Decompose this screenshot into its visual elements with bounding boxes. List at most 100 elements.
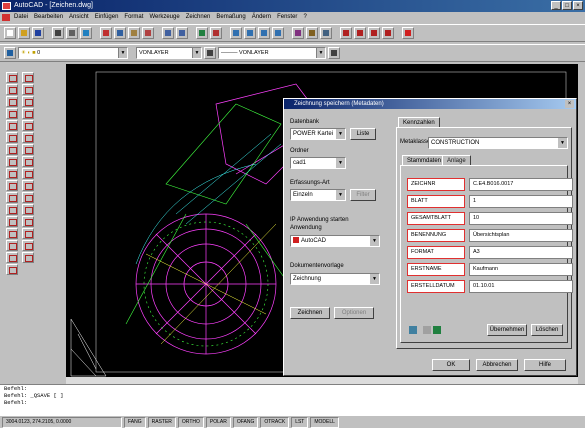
mtext-icon[interactable] [6, 264, 18, 275]
preview-icon[interactable] [66, 27, 78, 39]
menu-item-aendern[interactable]: Ändern [252, 12, 271, 23]
fillet-icon[interactable] [22, 240, 34, 251]
trim-icon[interactable] [22, 180, 34, 191]
zoom-previous-icon[interactable] [272, 27, 284, 39]
arc-icon[interactable] [6, 132, 18, 143]
extend-icon[interactable] [22, 192, 34, 203]
move-icon[interactable] [22, 132, 34, 143]
paste-icon[interactable] [128, 27, 140, 39]
menu-item-fenster[interactable]: Fenster [277, 12, 297, 23]
point-icon[interactable] [6, 228, 18, 239]
database-select[interactable]: POWER Kartei ▼ [290, 128, 346, 140]
maximize-button[interactable]: □ [562, 1, 572, 10]
menu-item-werkzeuge[interactable]: Werkzeuge [149, 12, 179, 23]
tool-palette-icon[interactable] [320, 27, 332, 39]
design-center-icon[interactable] [306, 27, 318, 39]
abbrechen-button[interactable]: Abbrechen [476, 359, 518, 371]
match-properties-icon[interactable] [142, 27, 154, 39]
table-icon[interactable] [433, 326, 441, 334]
horizontal-scrollbar[interactable] [66, 377, 578, 384]
polyline-icon[interactable] [6, 96, 18, 107]
layout-icon[interactable] [340, 27, 352, 39]
copy-icon[interactable] [114, 27, 126, 39]
copy-values-icon[interactable] [423, 326, 431, 334]
attr-value-benennung[interactable]: Übersichtsplan [469, 229, 573, 242]
pan-icon[interactable] [230, 27, 242, 39]
line-icon[interactable] [6, 72, 18, 83]
minimize-button[interactable]: _ [551, 1, 561, 10]
polygon-icon[interactable] [6, 108, 18, 119]
attribute-icon[interactable] [368, 27, 380, 39]
menu-item-einfuegen[interactable]: Einfügen [95, 12, 119, 23]
attr-value-erstelldatum[interactable]: 01.10.01 [469, 280, 573, 293]
ellipse-arc-icon[interactable] [6, 192, 18, 203]
grid-toggle[interactable]: RASTER [147, 417, 176, 428]
liste-button[interactable]: Liste [350, 128, 376, 140]
stretch-icon[interactable] [22, 168, 34, 179]
ellipse-icon[interactable] [6, 180, 18, 191]
break-icon[interactable] [22, 204, 34, 215]
document-icon[interactable] [2, 14, 10, 21]
zoom-window-icon[interactable] [258, 27, 270, 39]
offset-icon[interactable] [22, 108, 34, 119]
capture-mode-select[interactable]: Einzeln ▼ [290, 189, 346, 201]
cut-icon[interactable] [100, 27, 112, 39]
rotate-icon[interactable] [22, 144, 34, 155]
help-icon[interactable] [402, 27, 414, 39]
properties-icon[interactable] [292, 27, 304, 39]
dialog-close-button[interactable]: × [565, 100, 574, 108]
chamfer-icon[interactable] [22, 228, 34, 239]
otrack-toggle[interactable]: OTRACK [260, 417, 290, 428]
linetype-select[interactable]: ——— VONLAYER ▼ [218, 47, 326, 59]
uebernehmen-button[interactable]: Übernehmen [487, 324, 527, 336]
ok-button[interactable]: OK [432, 359, 470, 371]
xline-icon[interactable] [6, 84, 18, 95]
model-toggle[interactable]: MODELL [310, 417, 339, 428]
metaclass-select[interactable]: CONSTRUCTION ▼ [428, 137, 568, 149]
hatch-icon[interactable] [6, 240, 18, 251]
optionen-button[interactable]: Optionen [334, 307, 374, 319]
revcloud-icon[interactable] [6, 156, 18, 167]
attr-value-format[interactable]: A3 [469, 246, 573, 259]
undo-icon[interactable] [162, 27, 174, 39]
tracking-icon[interactable] [210, 27, 222, 39]
application-select[interactable]: AutoCAD ▼ [290, 235, 380, 247]
folder-select[interactable]: cad1 ▼ [290, 157, 346, 169]
command-prompt[interactable]: Befehl: [0, 399, 585, 406]
color-select[interactable]: VONLAYER ▼ [136, 47, 202, 59]
layer-select[interactable]: ☀ ◐ ■ 0 ▼ [18, 47, 128, 59]
menu-item-bemassung[interactable]: Bemaßung [216, 12, 245, 23]
extract-icon[interactable] [382, 27, 394, 39]
region-icon[interactable] [6, 252, 18, 263]
lineweight-icon[interactable] [328, 47, 340, 59]
scale-icon[interactable] [22, 156, 34, 167]
array-icon[interactable] [22, 120, 34, 131]
print-icon[interactable] [52, 27, 64, 39]
attr-value-zeichnr[interactable]: C.E4.B016.0017 [469, 178, 573, 191]
zeichnen-button[interactable]: Zeichnen [290, 307, 330, 319]
lineweight-toggle[interactable]: LST [291, 417, 309, 428]
explode-icon[interactable] [22, 252, 34, 263]
grid-icon[interactable] [409, 326, 417, 334]
rectangle-icon[interactable] [6, 120, 18, 131]
loeschen-button[interactable]: Löschen [531, 324, 563, 336]
mirror-icon[interactable] [22, 96, 34, 107]
erase-icon[interactable] [22, 72, 34, 83]
plot-icon[interactable] [354, 27, 366, 39]
redo-icon[interactable] [176, 27, 188, 39]
menu-item-ansicht[interactable]: Ansicht [69, 12, 89, 23]
publish-icon[interactable] [80, 27, 92, 39]
save-icon[interactable] [32, 27, 44, 39]
copy-object-icon[interactable] [22, 84, 34, 95]
menu-item-help[interactable]: ? [303, 12, 306, 23]
attr-value-blatt[interactable]: 1 [469, 195, 573, 208]
polar-toggle[interactable]: POLAR [205, 417, 231, 428]
join-icon[interactable] [22, 216, 34, 227]
circle-icon[interactable] [6, 144, 18, 155]
menu-item-format[interactable]: Format [124, 12, 143, 23]
menu-item-zeichnen[interactable]: Zeichnen [186, 12, 211, 23]
new-icon[interactable] [4, 27, 16, 39]
command-line[interactable]: Befehl: Befehl: _QSAVE [ ] Befehl: [0, 384, 585, 416]
linetype-icon[interactable] [204, 47, 216, 59]
close-button[interactable]: × [573, 1, 583, 10]
